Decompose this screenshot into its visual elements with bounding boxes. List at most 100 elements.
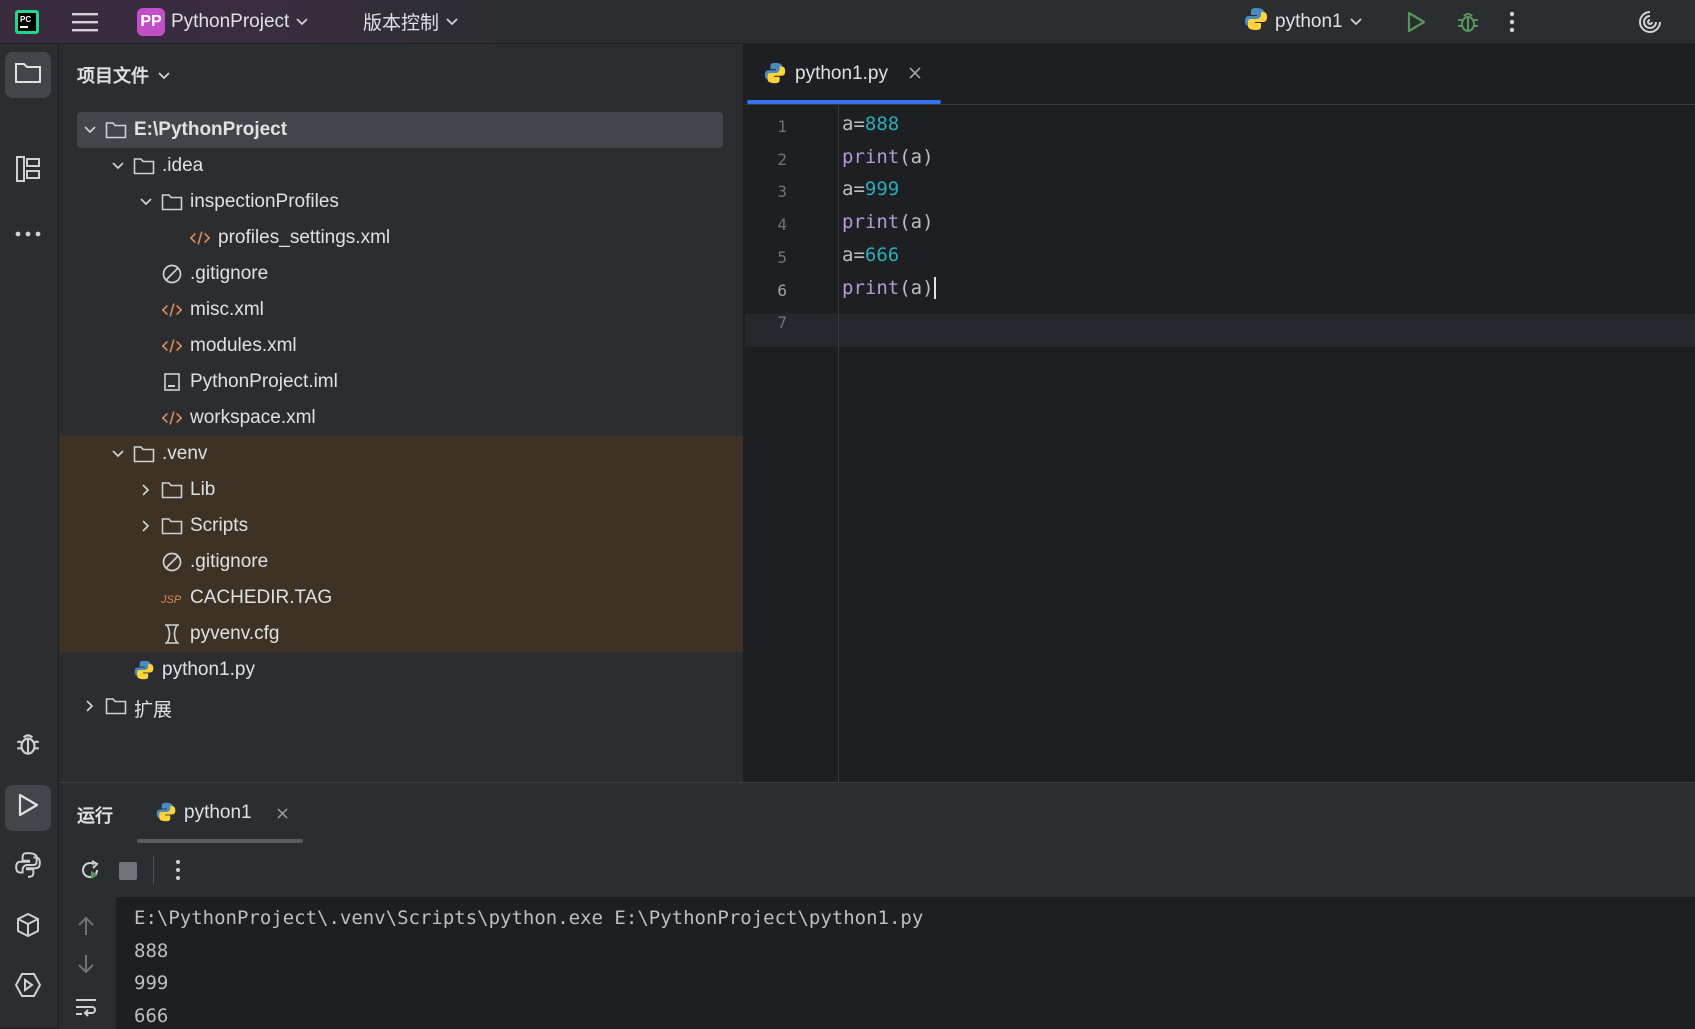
code-args: (a) <box>899 211 934 234</box>
tree-item[interactable]: inspectionProfiles <box>59 184 743 220</box>
python-file-icon <box>763 61 787 91</box>
chevron-down-icon[interactable] <box>139 195 153 209</box>
tree-item[interactable]: E:\PythonProject <box>59 112 743 148</box>
arrow-up-icon[interactable] <box>76 915 96 943</box>
chevron-right-icon[interactable] <box>139 519 153 533</box>
tree-item-label: 扩展 <box>134 700 173 721</box>
tree-item-label: PythonProject.iml <box>190 371 338 392</box>
tree-item[interactable]: profiles_settings.xml <box>59 220 743 256</box>
chevron-down-icon[interactable] <box>111 447 125 461</box>
tree-item[interactable]: 扩展 <box>59 688 743 724</box>
python-file-icon <box>133 659 155 681</box>
run-button[interactable] <box>1404 0 1428 43</box>
tree-item[interactable]: .gitignore <box>59 256 743 292</box>
tree-item[interactable]: Scripts <box>59 508 743 544</box>
tree-item[interactable]: PythonProject.iml <box>59 364 743 400</box>
chevron-down-icon[interactable] <box>111 159 125 173</box>
run-tab-label: python1 <box>184 802 252 823</box>
title-bar: PC PP PythonProject 版本控制 python1 <box>0 0 1695 44</box>
tree-item[interactable]: .gitignore <box>59 544 743 580</box>
svg-text:JSP: JSP <box>161 594 182 606</box>
tree-item[interactable]: .venv <box>59 436 743 472</box>
tree-item[interactable]: Lib <box>59 472 743 508</box>
code-line: a=666 <box>842 244 899 266</box>
python-console-button[interactable] <box>5 845 51 891</box>
tree-item[interactable]: workspace.xml <box>59 400 743 436</box>
iml-file-icon <box>161 371 183 393</box>
tree-item[interactable]: pyvenv.cfg <box>59 616 743 652</box>
more-tools-button[interactable] <box>5 210 51 256</box>
config-file-icon <box>161 623 183 645</box>
xml-file-icon <box>189 227 211 249</box>
tree-item-label: inspectionProfiles <box>190 191 339 212</box>
tree-item[interactable]: python1.py <box>59 652 743 688</box>
chevron-right-icon[interactable] <box>83 699 97 713</box>
folder-icon <box>161 479 183 501</box>
python-packages-button[interactable] <box>5 905 51 951</box>
project-panel-header[interactable]: 项目文件 <box>77 62 171 88</box>
tree-item[interactable]: misc.xml <box>59 292 743 328</box>
chevron-right-icon[interactable] <box>139 483 153 497</box>
services-button[interactable] <box>5 965 51 1011</box>
close-tab-icon[interactable] <box>276 804 289 826</box>
more-actions-icon[interactable] <box>1508 0 1516 43</box>
structure-tool-button[interactable] <box>5 149 51 195</box>
left-tool-strip <box>0 44 59 1028</box>
python-icon <box>155 801 177 829</box>
tree-item-label: CACHEDIR.TAG <box>190 587 333 608</box>
tree-item-label: .gitignore <box>190 551 269 572</box>
close-tab-icon[interactable] <box>908 64 922 86</box>
rerun-icon[interactable] <box>78 858 102 888</box>
project-panel-title: 项目文件 <box>77 66 149 86</box>
packages-icon <box>14 911 42 945</box>
project-name: PythonProject <box>171 10 290 32</box>
code-number: 888 <box>864 113 900 135</box>
editor-tab-label: python1.py <box>795 63 888 84</box>
run-config-label: python1 <box>1275 10 1343 32</box>
tree-item-label: profiles_settings.xml <box>218 227 391 248</box>
console-output-line: 666 <box>134 1004 169 1027</box>
stop-icon[interactable] <box>119 862 137 886</box>
python-console-icon <box>14 851 42 885</box>
folder-icon <box>14 60 42 90</box>
tree-item-label: modules.xml <box>190 335 297 356</box>
run-side-toolbar <box>59 897 116 1029</box>
console-output-line: 999 <box>134 972 169 994</box>
tree-item[interactable]: .idea <box>59 148 743 184</box>
tree-item[interactable]: JSP CACHEDIR.TAG <box>59 580 743 616</box>
ai-assistant-icon[interactable] <box>1637 0 1663 43</box>
editor-area: python1.py 1234567 a=888 print(a) a=999 pri… <box>745 44 1695 782</box>
project-tool-button[interactable] <box>5 52 51 98</box>
project-switcher[interactable]: PP PythonProject <box>137 0 309 43</box>
code-line: a=888 <box>842 113 899 135</box>
tree-item-label: misc.xml <box>190 299 264 320</box>
editor-tab-python1[interactable]: python1.py <box>745 44 941 104</box>
run-toolbar <box>59 843 1695 898</box>
vcs-menu[interactable]: 版本控制 <box>363 0 459 43</box>
chevron-down-icon[interactable] <box>83 123 97 137</box>
debug-button[interactable] <box>1455 0 1481 43</box>
debug-tool-button[interactable] <box>5 724 51 770</box>
line-number-gutter: 1 2 3 4 5 6 7 <box>745 105 839 782</box>
xml-file-icon <box>161 299 183 321</box>
run-tab-python1[interactable]: python1 <box>137 783 303 843</box>
tree-item-label: .venv <box>162 443 208 464</box>
arrow-down-icon[interactable] <box>76 953 96 981</box>
tree-item[interactable]: modules.xml <box>59 328 743 364</box>
play-icon <box>16 792 40 824</box>
main-menu-icon[interactable] <box>72 0 98 43</box>
more-horizontal-icon <box>14 222 42 244</box>
line-number: 2 <box>777 149 787 169</box>
soft-wrap-icon[interactable] <box>74 997 98 1023</box>
code-line: a=999 <box>842 178 899 200</box>
xml-file-icon <box>161 335 183 357</box>
more-actions-icon[interactable] <box>174 858 182 888</box>
tree-item-label: python1.py <box>162 659 255 680</box>
toolbar-separator <box>153 856 154 884</box>
run-config-selector[interactable]: python1 <box>1243 0 1363 43</box>
folder-icon <box>105 119 127 141</box>
pycharm-logo-icon[interactable]: PC <box>14 0 40 43</box>
run-tool-button[interactable] <box>5 785 51 831</box>
tree-item-label: Scripts <box>190 515 249 536</box>
run-panel-header: 运行 python1 <box>59 783 1695 844</box>
